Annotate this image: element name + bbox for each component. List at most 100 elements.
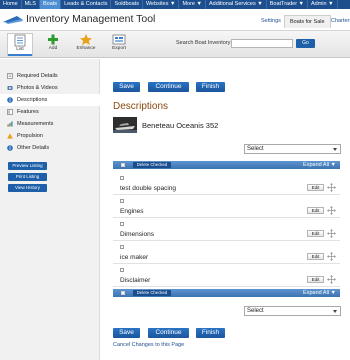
propulsion-icon <box>7 133 13 139</box>
row-label: Disclaimer <box>120 277 151 284</box>
cancel-changes-link[interactable]: Cancel Changes to this Page <box>113 342 184 348</box>
nav-admin[interactable]: Admin ▼ <box>308 0 338 9</box>
row-checkbox[interactable] <box>120 268 124 272</box>
move-icon[interactable] <box>327 206 336 215</box>
list-tool-button[interactable]: List <box>7 33 33 56</box>
finish-button[interactable]: Finish <box>196 82 225 92</box>
add-description-select-bottom[interactable]: Select <box>244 306 341 316</box>
logo-icon <box>3 16 23 24</box>
preview-listing-button[interactable]: Preview Listing <box>8 162 47 170</box>
sidebar-item-descriptions[interactable]: Descriptions <box>0 94 100 106</box>
sidebar-item-label: Required Details <box>17 73 58 79</box>
boat-name: Beneteau Oceanis 352 <box>142 121 219 130</box>
expand-all-toggle[interactable]: Expand All ▼ <box>303 161 336 169</box>
descriptions-table-footer: Delete Checked Expand All ▼ <box>113 289 340 297</box>
save-button-bottom[interactable]: Save <box>113 328 140 338</box>
row-checkbox[interactable] <box>120 245 124 249</box>
info-icon <box>7 97 13 103</box>
chevron-down-icon <box>333 310 337 313</box>
list-icon <box>14 34 26 47</box>
delete-checked-button[interactable]: Delete Checked <box>133 162 171 168</box>
edit-button[interactable]: Edit <box>307 184 324 191</box>
edit-button[interactable]: Edit <box>307 253 324 260</box>
sidebar-item-label: Features <box>17 109 39 115</box>
nav-more[interactable]: More ▼ <box>179 0 206 9</box>
nav-soldboats[interactable]: Soldboats <box>111 0 143 9</box>
add-icon <box>48 34 58 45</box>
nav-home[interactable]: Home <box>0 0 22 9</box>
row-label: Dimensions <box>120 231 154 238</box>
nav-additional-services[interactable]: Additional Services ▼ <box>206 0 267 9</box>
row-checkbox[interactable] <box>120 176 124 180</box>
enhance-tool-button[interactable]: Enhance <box>73 33 99 56</box>
export-tool-button[interactable]: Export <box>106 33 132 56</box>
add-description-select[interactable]: Select <box>244 144 341 154</box>
sidebar-item-features[interactable]: Features <box>0 106 100 118</box>
row-checkbox[interactable] <box>120 199 124 203</box>
description-row: test double spacing Edit <box>113 172 340 195</box>
sidebar-item-label: Propulsion <box>17 133 43 139</box>
row-label: ice maker <box>120 254 149 261</box>
sidebar-item-other-details[interactable]: Other Details <box>0 142 100 154</box>
list-tool-label: List <box>16 47 24 52</box>
app-header: Inventory Management Tool Settings Boats… <box>0 9 350 31</box>
tab-boats-for-sale[interactable]: Boats for Sale <box>284 15 331 28</box>
select-all-checkbox[interactable] <box>121 291 125 295</box>
measurements-icon <box>7 121 13 127</box>
add-tool-button[interactable]: Add <box>40 33 66 56</box>
sidebar-item-label: Other Details <box>17 145 50 151</box>
continue-button[interactable]: Continue <box>148 82 189 92</box>
tab-settings[interactable]: Settings <box>256 15 286 28</box>
select-value: Select <box>247 146 264 152</box>
edit-button[interactable]: Edit <box>307 276 324 283</box>
row-checkbox[interactable] <box>120 222 124 226</box>
boat-photo-thumbnail <box>113 117 137 133</box>
chevron-down-icon <box>333 148 337 151</box>
search-go-button[interactable]: Go <box>296 39 315 48</box>
print-listing-button[interactable]: Print Listing <box>8 173 47 181</box>
edit-button[interactable]: Edit <box>307 230 324 237</box>
edit-button[interactable]: Edit <box>307 207 324 214</box>
description-row: Disclaimer Edit <box>113 264 340 287</box>
export-tool-label: Export <box>112 46 126 51</box>
nav-boats[interactable]: Boats <box>39 0 62 9</box>
top-navigation: Home MLS Boats Leads & Contacts Soldboat… <box>0 0 350 9</box>
nav-mls[interactable]: MLS <box>22 0 40 9</box>
nav-leads-contacts[interactable]: Leads & Contacts <box>61 0 112 9</box>
export-icon <box>112 34 126 45</box>
save-button[interactable]: Save <box>113 82 140 92</box>
continue-button-bottom[interactable]: Continue <box>148 328 189 338</box>
finish-button-bottom[interactable]: Finish <box>196 328 225 338</box>
toolbar: List Add Enhance Export Search Boat Inve… <box>0 31 350 58</box>
sidebar-item-required-details[interactable]: Required Details <box>0 70 100 82</box>
select-value: Select <box>247 308 264 314</box>
enhance-icon <box>80 34 92 45</box>
add-tool-label: Add <box>48 46 58 51</box>
view-history-button[interactable]: View History <box>8 184 47 192</box>
row-label: test double spacing <box>120 185 177 192</box>
nav-boattrader[interactable]: BoatTrader ▼ <box>267 0 308 9</box>
photos-icon <box>7 86 13 90</box>
expand-all-toggle[interactable]: Expand All ▼ <box>303 289 336 297</box>
boat-search-input[interactable] <box>231 39 293 48</box>
move-icon[interactable] <box>327 275 336 284</box>
tab-charters[interactable]: Charters <box>326 15 350 28</box>
move-icon[interactable] <box>327 229 336 238</box>
description-row: ice maker Edit <box>113 241 340 264</box>
sidebar-item-photos-videos[interactable]: Photos & Videos <box>0 82 100 94</box>
info-icon <box>7 145 13 151</box>
sidebar-item-propulsion[interactable]: Propulsion <box>0 130 100 142</box>
delete-checked-button[interactable]: Delete Checked <box>133 290 171 296</box>
sidebar-item-measurements[interactable]: Measurements <box>0 118 100 130</box>
details-icon <box>7 73 13 79</box>
description-row: Dimensions Edit <box>113 218 340 241</box>
select-all-checkbox[interactable] <box>121 163 125 167</box>
sidebar: Required Details Photos & Videos Descrip… <box>0 59 100 360</box>
nav-websites[interactable]: Websites ▼ <box>143 0 180 9</box>
page-title: Inventory Management Tool <box>26 13 156 25</box>
search-label: Search Boat Inventory: <box>176 40 232 46</box>
move-icon[interactable] <box>327 183 336 192</box>
move-icon[interactable] <box>327 252 336 261</box>
descriptions-table-header: Delete Checked Expand All ▼ <box>113 161 340 169</box>
section-title: Descriptions <box>113 101 169 112</box>
